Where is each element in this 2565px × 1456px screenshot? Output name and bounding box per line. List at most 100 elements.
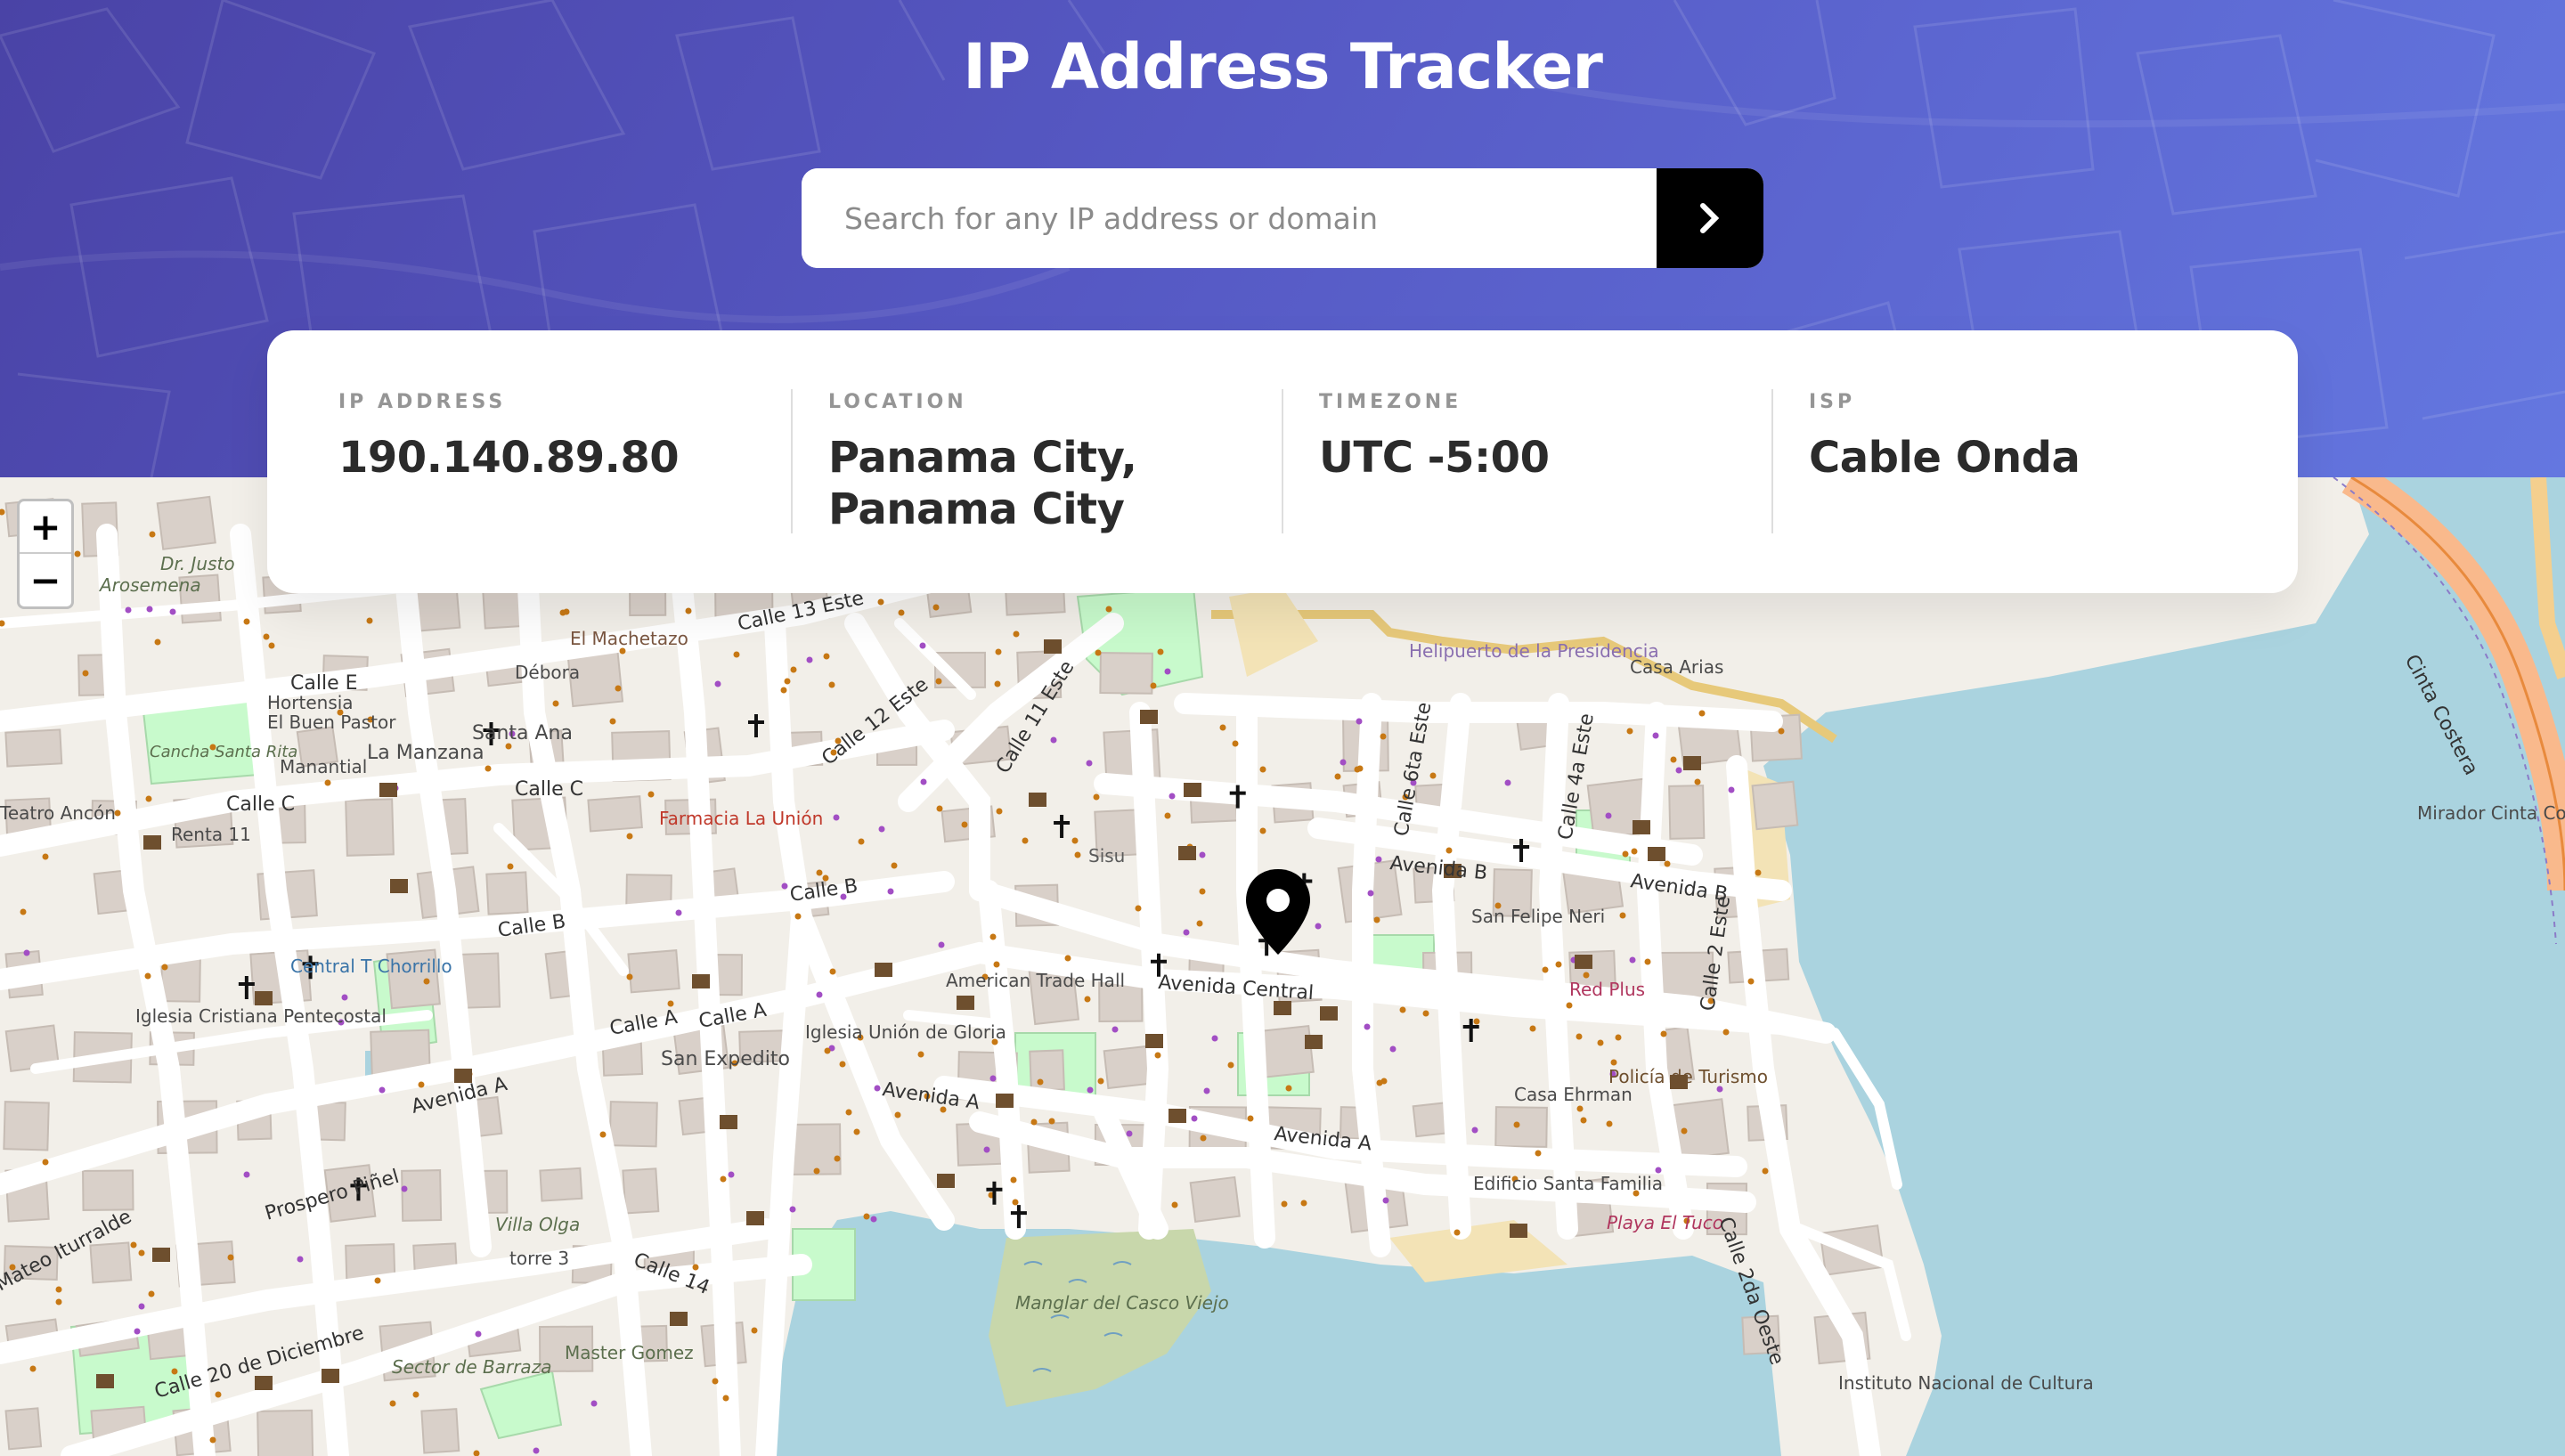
map-landmark-icon bbox=[1145, 1034, 1163, 1048]
map-label: Policía de Turismo bbox=[1608, 1066, 1768, 1087]
map-poi-dot bbox=[993, 961, 1000, 968]
map-poi-dot bbox=[784, 678, 791, 685]
map-poi-dot bbox=[828, 681, 835, 688]
map-poi-dot bbox=[1755, 869, 1762, 876]
map-poi-dot bbox=[1183, 929, 1190, 936]
map-poi-dot bbox=[82, 670, 89, 677]
map-poi-dot bbox=[1555, 961, 1562, 968]
map-poi-dot bbox=[1694, 778, 1701, 785]
map-label: Iglesia Unión de Gloria bbox=[805, 1021, 1006, 1043]
map-poi-dot bbox=[996, 808, 1003, 815]
map-poi-dot bbox=[1373, 916, 1380, 923]
map-poi-dot bbox=[1154, 1052, 1161, 1059]
map-label: El Buen Pastor bbox=[267, 712, 396, 733]
map-poi-dot bbox=[144, 972, 151, 980]
map-poi-dot bbox=[1375, 856, 1382, 863]
map-label: Sector de Barraza bbox=[392, 1356, 551, 1378]
map-label: Iglesia Cristiana Pentecostal bbox=[135, 1005, 387, 1027]
map-label: San Felipe Neri bbox=[1471, 906, 1605, 927]
map-poi-dot bbox=[1622, 850, 1629, 858]
map-poi-dot bbox=[1504, 779, 1511, 786]
zoom-in-button[interactable]: + bbox=[20, 501, 71, 554]
map-label: Dr. Justo bbox=[160, 553, 235, 574]
map-poi-dot bbox=[1473, 1018, 1480, 1025]
map-poi-dot bbox=[870, 1216, 877, 1223]
map-poi-dot bbox=[1334, 773, 1341, 780]
map-poi-dot bbox=[1232, 740, 1239, 747]
map-poi-dot bbox=[324, 779, 331, 786]
map-poi-dot bbox=[1542, 966, 1549, 973]
map-poi-dot bbox=[1199, 851, 1206, 858]
map-poi-dot bbox=[374, 1277, 381, 1284]
map-poi-dot bbox=[209, 1436, 216, 1444]
map-poi-dot bbox=[858, 838, 865, 845]
map-poi-dot bbox=[675, 909, 682, 916]
map-poi-dot bbox=[1126, 1130, 1133, 1137]
timezone-value: UTC -5:00 bbox=[1319, 433, 1550, 483]
map-poi-dot bbox=[1050, 736, 1057, 744]
zoom-out-button[interactable]: − bbox=[20, 554, 71, 606]
map-poi-dot bbox=[1610, 1059, 1617, 1066]
map-building bbox=[420, 1408, 460, 1454]
map-poi-dot bbox=[1084, 996, 1091, 1003]
isp-section: ISP Cable Onda bbox=[1771, 330, 2080, 593]
map-poi-dot bbox=[154, 639, 161, 646]
ip-info-card: IP ADDRESS 190.140.89.80 LOCATION Panama… bbox=[267, 330, 2298, 593]
map-poi-dot bbox=[243, 618, 250, 625]
map-landmark-icon bbox=[379, 783, 397, 797]
map-building bbox=[156, 495, 216, 550]
map-poi-dot bbox=[1454, 1229, 1461, 1236]
map-poi-dot bbox=[599, 1131, 607, 1138]
map-landmark-icon bbox=[996, 1094, 1014, 1108]
map-landmark-icon bbox=[390, 879, 408, 893]
map-poi-dot bbox=[590, 1400, 598, 1407]
map-poi-dot bbox=[138, 1249, 145, 1257]
map-poi-dot bbox=[1597, 1039, 1604, 1046]
map-poi-dot bbox=[74, 550, 81, 557]
map-label: Renta 11 bbox=[171, 824, 251, 845]
map-poi-dot bbox=[816, 869, 823, 876]
map-canvas[interactable]: Dr. Justo Arosemena El Machetazo Débora … bbox=[0, 477, 2565, 1456]
search-submit-button[interactable] bbox=[1657, 168, 1763, 268]
map-poi-dot bbox=[1675, 767, 1682, 774]
map-poi-dot bbox=[685, 607, 692, 614]
map-landmark-icon bbox=[1140, 710, 1158, 724]
map-poi-dot bbox=[1644, 958, 1651, 965]
map-poi-dot bbox=[23, 949, 30, 956]
location-pin-icon[interactable] bbox=[1243, 867, 1313, 956]
map-landmark-icon bbox=[152, 1248, 170, 1262]
map-label: Débora bbox=[515, 662, 580, 683]
search-input[interactable] bbox=[802, 168, 1657, 268]
map-poi-dot bbox=[626, 833, 633, 840]
map-poi-dot bbox=[1580, 1117, 1587, 1124]
map-landmark-icon bbox=[1029, 793, 1046, 807]
location-line-2: Panama City bbox=[828, 484, 1125, 534]
map-building bbox=[587, 795, 643, 833]
map-poi-dot bbox=[134, 1328, 141, 1335]
map-landmark-icon bbox=[1633, 820, 1650, 834]
map-poi-dot bbox=[989, 933, 997, 940]
map-poi-dot bbox=[145, 795, 152, 802]
map-poi-dot bbox=[1445, 847, 1453, 854]
map-poi-dot bbox=[917, 1051, 924, 1058]
map-poi-dot bbox=[863, 1213, 870, 1220]
map-building bbox=[256, 1409, 314, 1456]
map-poi-dot bbox=[919, 642, 926, 649]
map-poi-dot bbox=[806, 656, 813, 663]
map-poi-dot bbox=[1429, 772, 1437, 779]
map-landmark-icon bbox=[720, 1115, 737, 1129]
map-poi-dot bbox=[1203, 1087, 1210, 1094]
map-poi-dot bbox=[720, 1175, 727, 1183]
map-poi-dot bbox=[1259, 766, 1266, 773]
map-poi-dot bbox=[1652, 732, 1659, 739]
map-view[interactable]: Dr. Justo Arosemena El Machetazo Débora … bbox=[0, 477, 2565, 1456]
map-label: Teatro Ancón bbox=[0, 802, 116, 824]
map-landmark-icon bbox=[255, 991, 273, 1005]
map-poi-dot bbox=[1071, 837, 1079, 844]
map-poi-dot bbox=[833, 814, 840, 821]
map-poi-dot bbox=[1012, 1199, 1019, 1206]
map-poi-dot bbox=[891, 862, 898, 869]
map-poi-dot bbox=[714, 680, 721, 687]
map-poi-dot bbox=[533, 1447, 540, 1454]
map-poi-dot bbox=[1030, 1118, 1038, 1126]
